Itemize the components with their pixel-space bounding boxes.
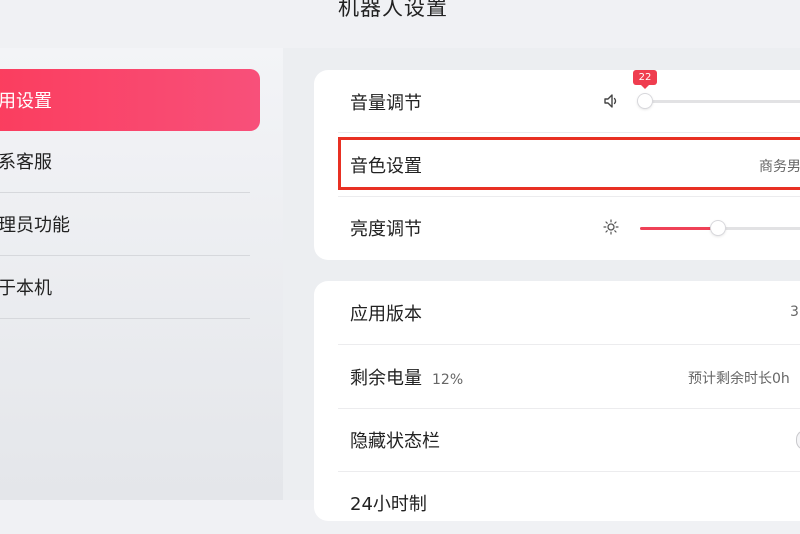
volume-slider-thumb[interactable] xyxy=(638,94,652,108)
sidebar-item-about-device[interactable]: 于本机 xyxy=(0,256,250,318)
sidebar-item-label: 于本机 xyxy=(0,278,52,299)
voice-row-highlight xyxy=(338,137,800,190)
brightness-slider-thumb[interactable] xyxy=(711,221,725,235)
sidebar-item-general-settings[interactable]: 用设置 xyxy=(0,69,260,131)
title-bar: 机器人设置 xyxy=(0,0,800,48)
sun-icon xyxy=(603,219,619,235)
sidebar-item-contact-support[interactable]: 系客服 xyxy=(0,130,250,192)
app-version-value: 3 xyxy=(790,304,799,320)
battery-row: 剩余电量 12% 预计剩余时长0h xyxy=(314,345,800,407)
clock-24h-label: 24小时制 xyxy=(350,494,427,515)
settings-card-device-info: 应用版本 3 剩余电量 12% 预计剩余时长0h 隐藏状态栏 24小时制 xyxy=(314,281,800,521)
volume-slider-track[interactable] xyxy=(638,100,800,103)
volume-label: 音量调节 xyxy=(350,93,422,114)
app-version-label: 应用版本 xyxy=(350,304,422,325)
sidebar-item-label: 用设置 xyxy=(0,91,52,112)
sidebar-item-label: 系客服 xyxy=(0,152,52,173)
hide-status-bar-row: 隐藏状态栏 xyxy=(314,409,800,471)
clock-24h-row: 24小时制 xyxy=(314,472,800,534)
brightness-row: 亮度调节 xyxy=(314,197,800,259)
sidebar-item-admin-functions[interactable]: 理员功能 xyxy=(0,193,250,255)
brightness-slider-fill xyxy=(640,227,718,230)
volume-value-bubble: 22 xyxy=(633,70,657,89)
battery-percent: 12% xyxy=(432,372,464,388)
volume-row: 音量调节 22 xyxy=(314,70,800,132)
battery-label: 剩余电量 12% xyxy=(350,364,463,390)
sidebar-item-label: 理员功能 xyxy=(0,215,70,236)
hide-status-bar-label: 隐藏状态栏 xyxy=(350,431,440,452)
sidebar-divider xyxy=(0,318,250,319)
battery-estimate: 预计剩余时长0h xyxy=(688,371,790,387)
hide-status-bar-toggle[interactable] xyxy=(796,430,800,450)
battery-label-text: 剩余电量 xyxy=(350,368,422,389)
brightness-label: 亮度调节 xyxy=(350,219,422,240)
page-title: 机器人设置 xyxy=(338,0,448,20)
speaker-icon xyxy=(604,94,617,108)
app-version-row: 应用版本 3 xyxy=(314,281,800,343)
